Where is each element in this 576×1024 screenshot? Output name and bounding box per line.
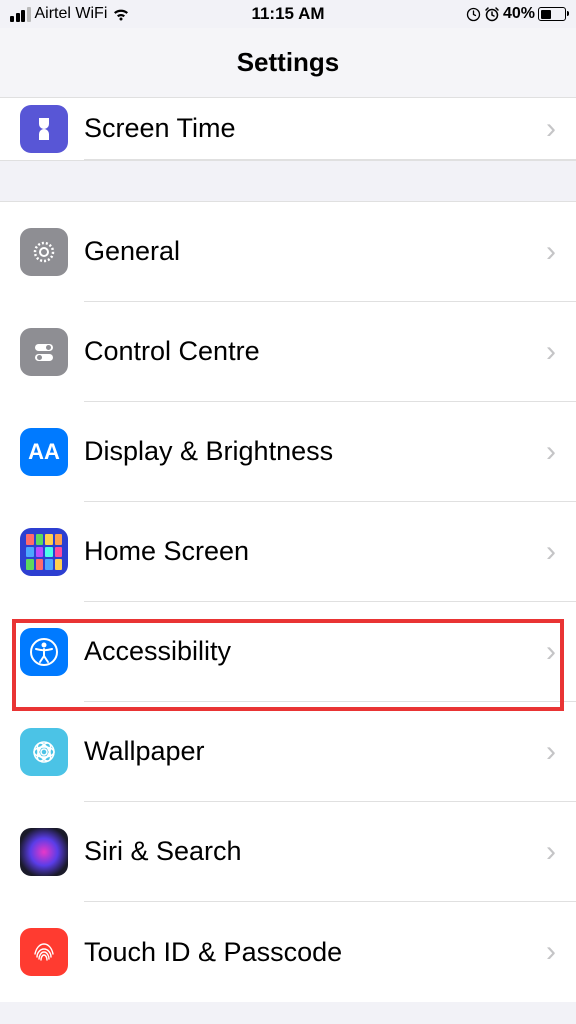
chevron-right-icon: › — [546, 935, 556, 969]
siri-icon — [20, 828, 68, 876]
row-control-centre[interactable]: Control Centre › — [0, 302, 576, 402]
home-grid-icon — [20, 528, 68, 576]
row-label: Accessibility — [84, 636, 546, 667]
wifi-icon — [111, 7, 131, 22]
screen-time-icon — [20, 105, 68, 153]
settings-list-section-2: General › Control Centre › AA Display & … — [0, 201, 576, 1002]
chevron-right-icon: › — [546, 335, 556, 369]
settings-list-section-1: Screen Time › — [0, 98, 576, 161]
row-label: Wallpaper — [84, 736, 546, 767]
text-size-icon: AA — [20, 428, 68, 476]
signal-bars-icon — [10, 7, 31, 22]
row-label: Touch ID & Passcode — [84, 937, 546, 968]
wallpaper-icon — [20, 728, 68, 776]
row-label: Home Screen — [84, 536, 546, 567]
status-left: Airtel WiFi — [10, 5, 131, 23]
alarm-icon — [484, 6, 500, 22]
row-display-brightness[interactable]: AA Display & Brightness › — [0, 402, 576, 502]
chevron-right-icon: › — [546, 835, 556, 869]
accessibility-icon — [20, 628, 68, 676]
chevron-right-icon: › — [546, 235, 556, 269]
chevron-right-icon: › — [546, 535, 556, 569]
settings-header: Settings — [0, 28, 576, 98]
status-right: 40% — [466, 5, 566, 23]
row-touch-id[interactable]: Touch ID & Passcode › — [0, 902, 576, 1002]
chevron-right-icon: › — [546, 112, 556, 146]
row-home-screen[interactable]: Home Screen › — [0, 502, 576, 602]
row-label: Display & Brightness — [84, 436, 546, 467]
orientation-lock-icon — [466, 7, 481, 22]
row-accessibility[interactable]: Accessibility › — [0, 602, 576, 702]
chevron-right-icon: › — [546, 735, 556, 769]
row-label: Screen Time — [84, 113, 546, 144]
row-siri-search[interactable]: Siri & Search › — [0, 802, 576, 902]
section-gap — [0, 161, 576, 201]
battery-icon — [538, 7, 566, 21]
fingerprint-icon — [20, 928, 68, 976]
row-screen-time[interactable]: Screen Time › — [0, 98, 576, 160]
row-general[interactable]: General › — [0, 202, 576, 302]
page-title: Settings — [237, 47, 340, 78]
chevron-right-icon: › — [546, 635, 556, 669]
row-label: Control Centre — [84, 336, 546, 367]
chevron-right-icon: › — [546, 435, 556, 469]
gear-icon — [20, 228, 68, 276]
carrier-label: Airtel WiFi — [35, 5, 108, 23]
row-label: General — [84, 236, 546, 267]
row-label: Siri & Search — [84, 836, 546, 867]
status-time: 11:15 AM — [251, 4, 324, 24]
row-wallpaper[interactable]: Wallpaper › — [0, 702, 576, 802]
battery-percent: 40% — [503, 5, 535, 23]
toggle-switches-icon — [20, 328, 68, 376]
status-bar: Airtel WiFi 11:15 AM 40% — [0, 0, 576, 28]
